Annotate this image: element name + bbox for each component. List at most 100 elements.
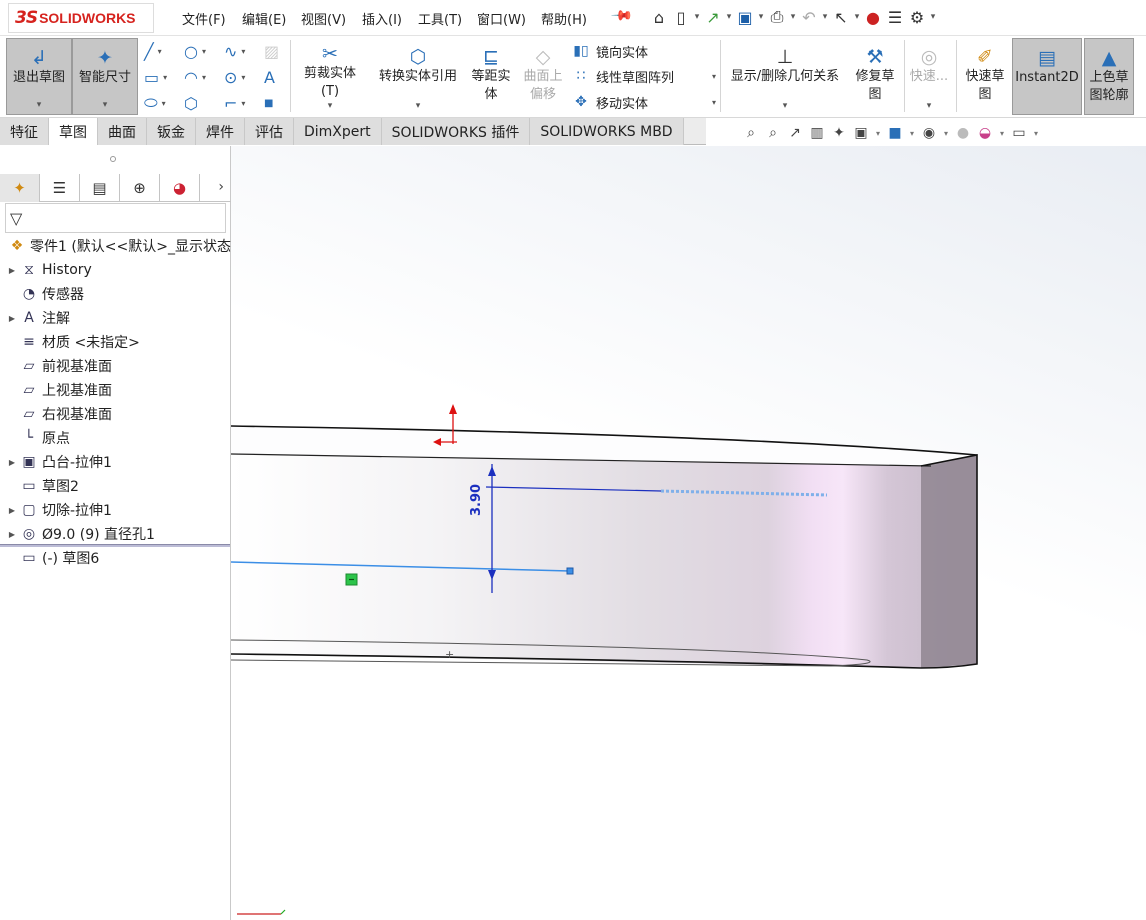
tree-item[interactable]: ▶ ◎ Ø9.0 (9) 直径孔1: [0, 522, 231, 546]
expand-arrow-icon[interactable]: ▶: [6, 530, 18, 539]
convert-entities-button[interactable]: ⬡ 转换实体引用 ▾: [372, 38, 464, 115]
menu-tools[interactable]: 工具(T): [418, 9, 462, 28]
tab-addins[interactable]: SOLIDWORKS 插件: [381, 118, 531, 145]
chevron-right-icon[interactable]: ›: [218, 179, 224, 195]
rapid-sketch-button[interactable]: ✐ 快速草图: [960, 38, 1010, 115]
undo-icon[interactable]: ↶: [798, 6, 820, 28]
display-style-icon[interactable]: ■: [884, 125, 906, 141]
shaded-contours-button[interactable]: ▲ 上色草图轮廓: [1084, 38, 1134, 115]
tab-features[interactable]: 特征: [0, 118, 49, 145]
chevron-down-icon[interactable]: ▾: [788, 12, 798, 22]
quick-snaps-button[interactable]: ◎ 快速... ▾: [906, 38, 952, 115]
tree-item[interactable]: ▱ 右视基准面: [0, 402, 231, 426]
chevron-down-icon[interactable]: ▾: [852, 12, 862, 22]
slot-tool-icon[interactable]: ⬭ ▾: [144, 92, 178, 114]
chevron-down-icon[interactable]: ▾: [940, 129, 952, 138]
tree-item[interactable]: ▱ 上视基准面: [0, 378, 231, 402]
tree-item[interactable]: ◔ 传感器: [0, 282, 231, 306]
arc-tool-icon[interactable]: ◠ ▾: [184, 66, 218, 88]
offset-entities-button[interactable]: ⊑ 等距实体: [466, 38, 516, 115]
menu-help[interactable]: 帮助(H): [541, 9, 587, 28]
chevron-down-icon[interactable]: ▾: [37, 100, 42, 110]
repair-sketch-button[interactable]: ⚒ 修复草图: [850, 38, 900, 115]
pin-icon[interactable]: 📌: [610, 4, 634, 28]
tree-root-part[interactable]: ❖ 零件1 (默认<<默认>_显示状态: [0, 234, 231, 258]
chevron-down-icon[interactable]: ▾: [712, 72, 716, 81]
plane-grid-icon[interactable]: ▨: [264, 40, 298, 62]
tree-item[interactable]: ▭ (-) 草图6: [0, 546, 231, 570]
ellipse-tool-icon[interactable]: ⊙ ▾: [224, 66, 258, 88]
chevron-down-icon[interactable]: ▾: [692, 12, 702, 22]
tree-item[interactable]: ▶ A 注解: [0, 306, 231, 330]
display-relations-button[interactable]: ⊥ 显示/删除几何关系 ▾: [724, 38, 846, 115]
options-icon[interactable]: ⚙: [906, 6, 928, 28]
print-icon[interactable]: ⎙: [766, 6, 788, 28]
tab-evaluate[interactable]: 评估: [245, 118, 294, 145]
expand-arrow-icon[interactable]: ▶: [6, 458, 18, 467]
view-orientation-icon[interactable]: ▣: [850, 125, 872, 141]
expand-arrow-icon[interactable]: ▶: [6, 266, 18, 275]
open-icon[interactable]: ↗: [702, 6, 724, 28]
dimxpert-manager-tab-icon[interactable]: ⊕: [120, 174, 160, 202]
chevron-down-icon[interactable]: ▾: [724, 12, 734, 22]
chevron-down-icon[interactable]: ▾: [928, 12, 938, 22]
zoom-to-area-icon[interactable]: ⌕: [762, 125, 784, 141]
line-tool-icon[interactable]: ╱ ▾: [144, 40, 178, 62]
previous-view-icon[interactable]: ↗: [784, 125, 806, 141]
dimension-value[interactable]: 3.90: [469, 484, 484, 516]
chevron-down-icon[interactable]: ▾: [927, 101, 932, 111]
display-manager-tab-icon[interactable]: ◕: [160, 174, 200, 202]
tab-sketch[interactable]: 草图: [49, 118, 98, 145]
select-icon[interactable]: ↖: [830, 6, 852, 28]
tab-dimxpert[interactable]: DimXpert: [294, 118, 382, 145]
exit-sketch-button[interactable]: ↲ 退出草图 ▾: [6, 38, 72, 115]
tab-surfaces[interactable]: 曲面: [98, 118, 147, 145]
circle-tool-icon[interactable]: ○ ▾: [184, 40, 218, 62]
trim-entities-button[interactable]: ✂ 剪裁实体(T) ▾: [294, 38, 366, 115]
sketch-endpoint[interactable]: [566, 567, 574, 575]
zoom-to-fit-icon[interactable]: ⌕: [740, 125, 762, 141]
menu-view[interactable]: 视图(V): [301, 9, 346, 28]
file-properties-icon[interactable]: ☰: [884, 6, 906, 28]
save-icon[interactable]: ▣: [734, 6, 756, 28]
view-settings-icon[interactable]: ▭: [1008, 125, 1030, 141]
fillet-tool-icon[interactable]: ⌐ ▾: [224, 92, 258, 114]
tree-item[interactable]: ▭ 草图2: [0, 474, 231, 498]
tree-item[interactable]: └ 原点: [0, 426, 231, 450]
move-entities-button[interactable]: ✥ 移动实体 ▾: [570, 91, 716, 113]
linear-pattern-button[interactable]: ∷ 线性草图阵列 ▾: [570, 65, 716, 87]
chevron-down-icon[interactable]: ▾: [820, 12, 830, 22]
property-manager-tab-icon[interactable]: ☰: [40, 174, 80, 202]
tree-item[interactable]: ▶ ▣ 凸台-拉伸1: [0, 450, 231, 474]
solidworks-logo[interactable]: 3S SOLIDWORKS: [8, 3, 154, 33]
edit-appearance-icon[interactable]: ●: [952, 125, 974, 141]
chevron-down-icon[interactable]: ▾: [103, 100, 108, 110]
menu-insert[interactable]: 插入(I): [362, 9, 402, 28]
tree-item[interactable]: ▶ ⧖ History: [0, 258, 231, 282]
tab-mbd[interactable]: SOLIDWORKS MBD: [530, 118, 684, 145]
tree-item[interactable]: ▶ ▢ 切除-拉伸1: [0, 498, 231, 522]
chevron-down-icon[interactable]: ▾: [328, 101, 333, 111]
dynamic-annotation-icon[interactable]: ✦: [828, 125, 850, 141]
spline-tool-icon[interactable]: ∿ ▾: [224, 40, 258, 62]
tab-weldments[interactable]: 焊件: [196, 118, 245, 145]
menu-file[interactable]: 文件(F): [182, 9, 226, 28]
menu-edit[interactable]: 编辑(E): [242, 9, 286, 28]
tree-filter[interactable]: ▽: [5, 203, 226, 233]
feature-manager-tab-icon[interactable]: ✦: [0, 174, 40, 202]
menu-window[interactable]: 窗口(W): [477, 9, 526, 28]
chevron-down-icon[interactable]: ▾: [756, 12, 766, 22]
rollback-bar[interactable]: [0, 544, 230, 547]
point-tool-icon[interactable]: ■: [264, 92, 298, 114]
text-tool-icon[interactable]: A: [264, 66, 298, 88]
chevron-down-icon[interactable]: ▾: [872, 129, 884, 138]
chevron-down-icon[interactable]: ▾: [996, 129, 1008, 138]
offset-on-surface-button[interactable]: ◇ 曲面上偏移: [518, 38, 568, 115]
chevron-down-icon[interactable]: ▾: [783, 101, 788, 111]
tree-item[interactable]: ≡ 材质 <未指定>: [0, 330, 231, 354]
new-file-icon[interactable]: ▯: [670, 6, 692, 28]
polygon-tool-icon[interactable]: ⬡: [184, 92, 218, 114]
mirror-entities-button[interactable]: ▮▯ 镜向实体: [570, 40, 648, 62]
home-icon[interactable]: ⌂: [648, 6, 670, 28]
section-view-icon[interactable]: ▥: [806, 125, 828, 141]
